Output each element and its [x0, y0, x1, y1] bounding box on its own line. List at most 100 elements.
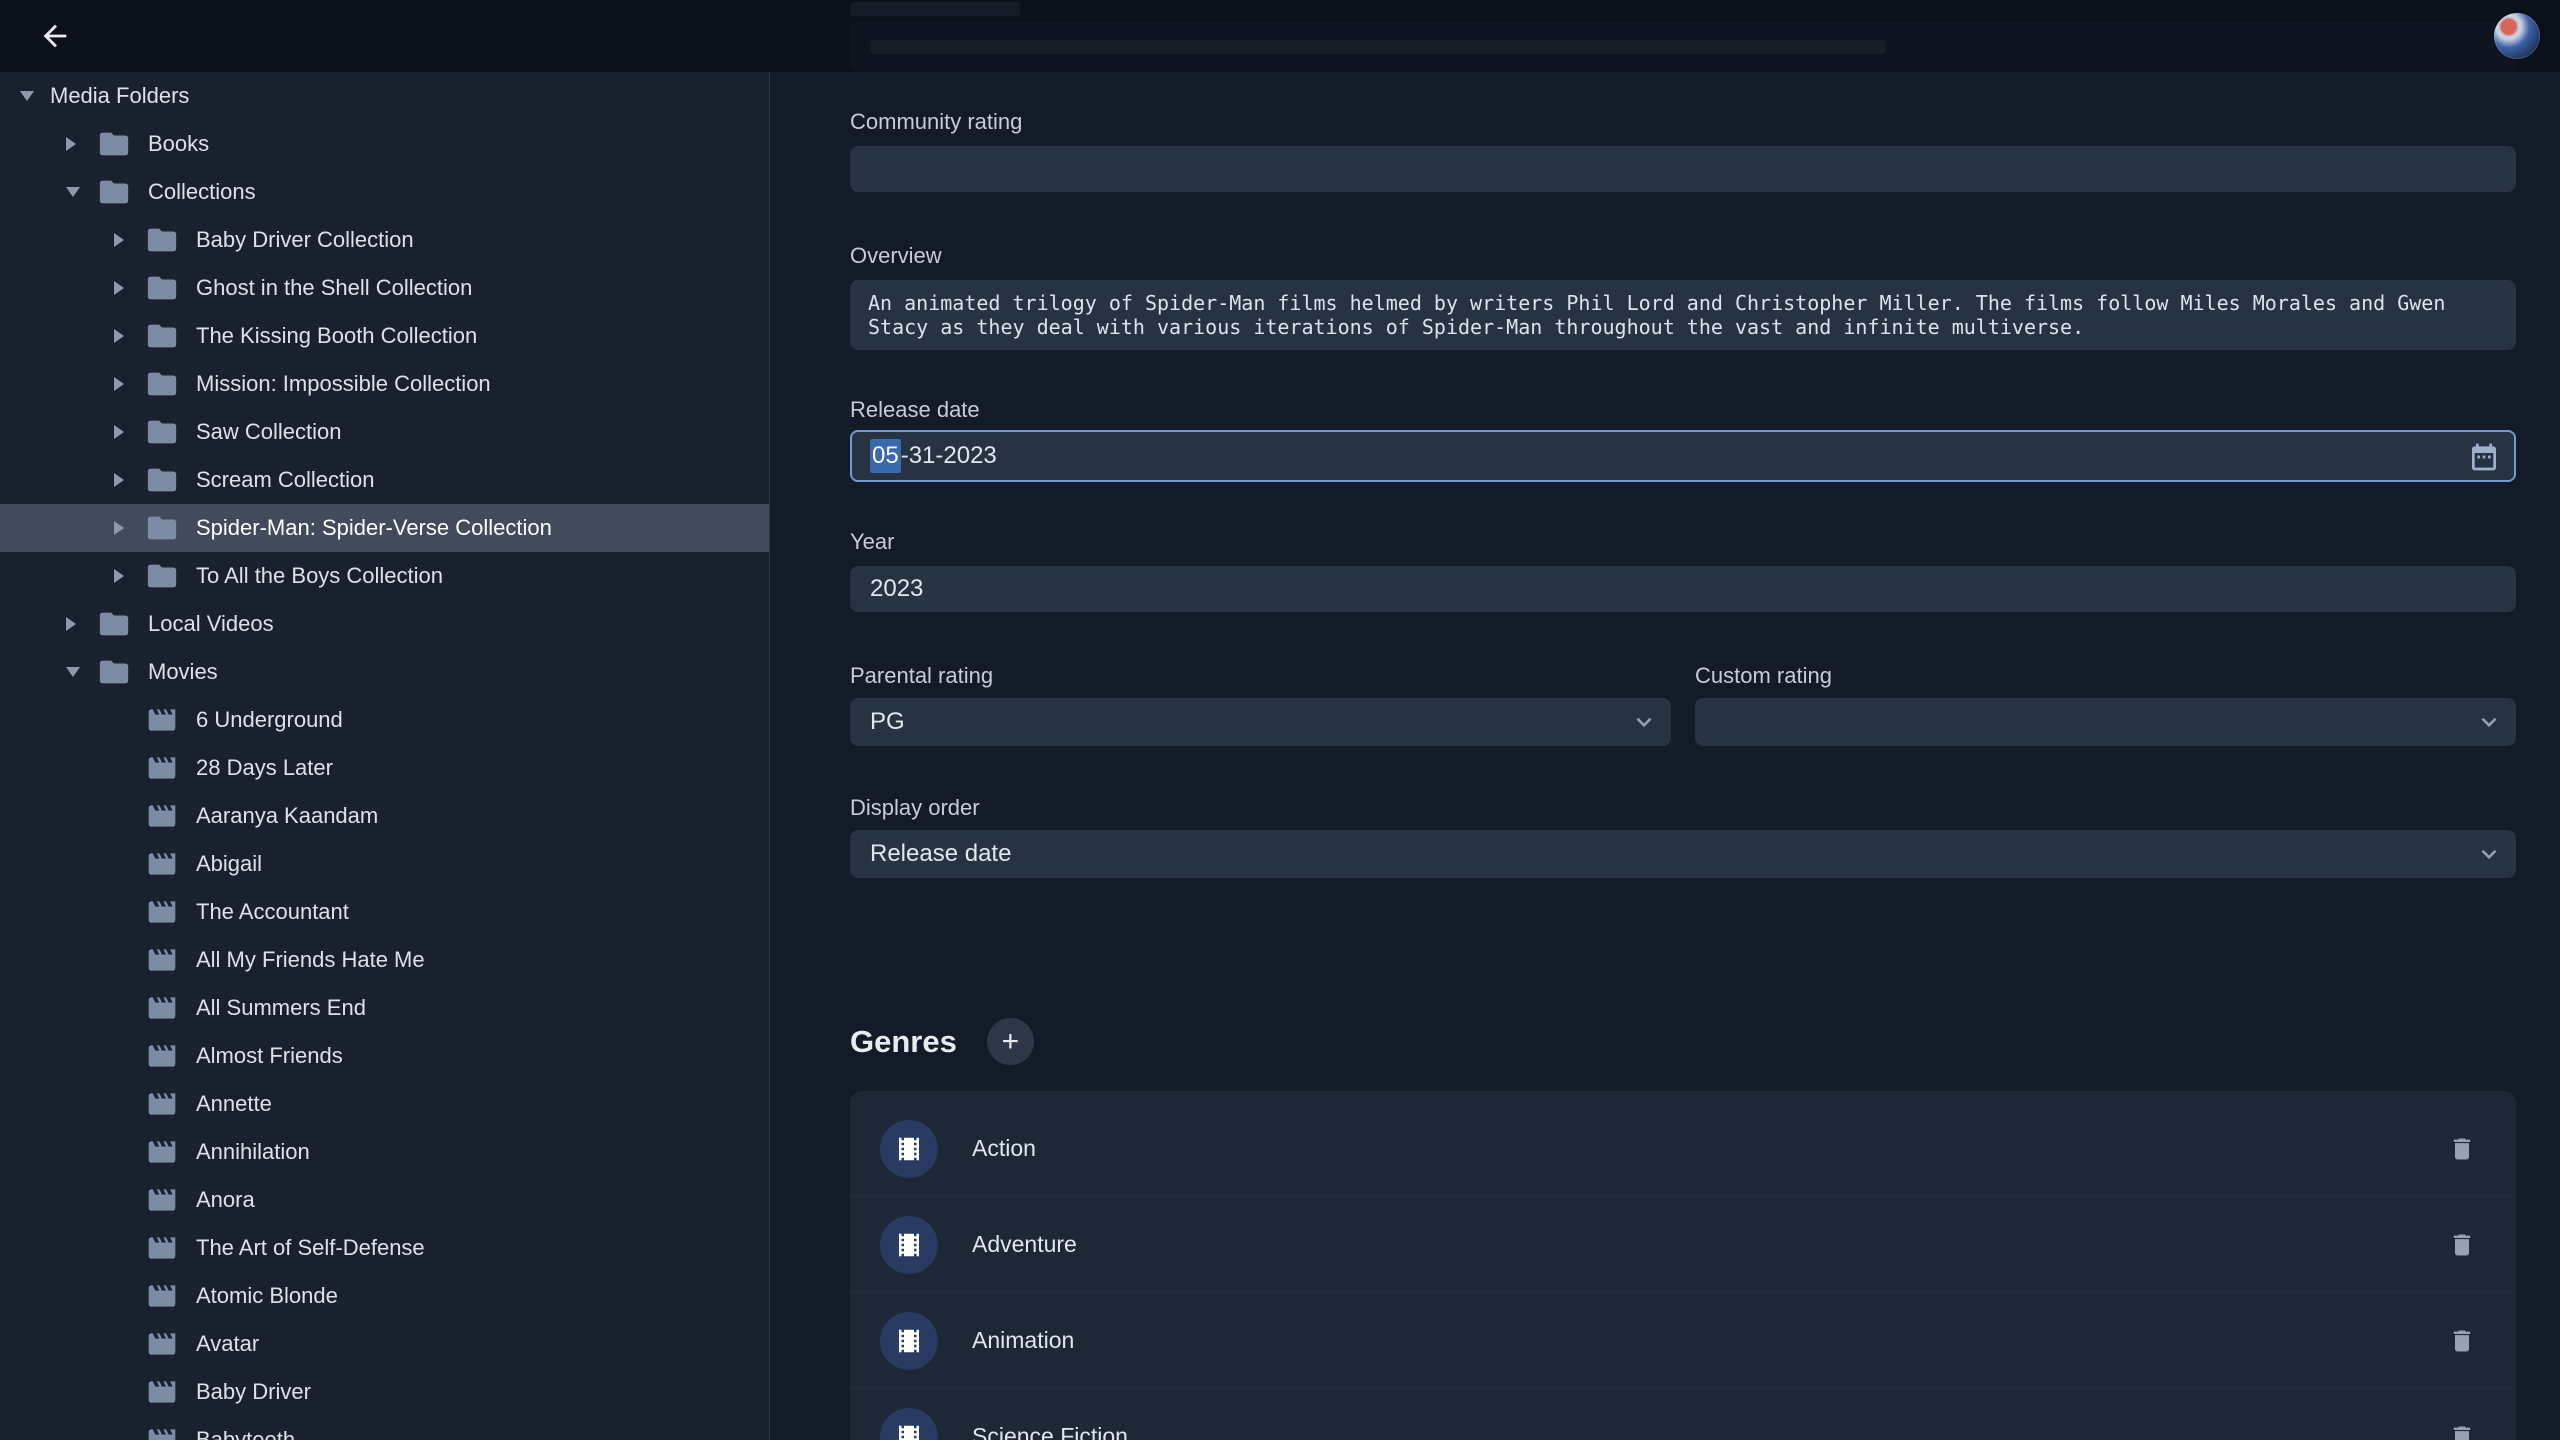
user-avatar[interactable]	[2494, 13, 2540, 59]
expand-caret-icon[interactable]	[66, 617, 96, 631]
year-label: Year	[850, 528, 2516, 556]
tree-item[interactable]: Books	[0, 120, 769, 168]
tree-item[interactable]: The Kissing Booth Collection	[0, 312, 769, 360]
tree-item-label: Avatar	[196, 1331, 259, 1357]
tree-item[interactable]: Anora	[0, 1176, 769, 1224]
tree-item-label: The Kissing Booth Collection	[196, 323, 477, 349]
movie-icon	[144, 1230, 180, 1266]
expand-caret-icon[interactable]	[66, 187, 96, 197]
custom-rating-select[interactable]	[1695, 698, 2516, 746]
tree-item-label: To All the Boys Collection	[196, 563, 443, 589]
tree-item-label: Babyteeth	[196, 1427, 295, 1440]
display-order-select[interactable]: Release date	[850, 830, 2516, 878]
delete-genre-button[interactable]	[2444, 1227, 2480, 1263]
tree-item[interactable]: Saw Collection	[0, 408, 769, 456]
delete-genre-button[interactable]	[2444, 1323, 2480, 1359]
parental-rating-value: PG	[870, 708, 905, 736]
tree-item-label: All My Friends Hate Me	[196, 947, 425, 973]
genre-label: Science Fiction	[972, 1423, 2444, 1440]
expand-caret-icon[interactable]	[66, 137, 96, 151]
add-genre-button[interactable]: +	[987, 1018, 1034, 1065]
release-date-label: Release date	[850, 396, 2516, 424]
genre-row: Adventure	[850, 1197, 2516, 1293]
genre-row: Action	[850, 1101, 2516, 1197]
tree-item-label: Media Folders	[50, 83, 189, 109]
tree-item-label: Baby Driver	[196, 1379, 311, 1405]
folder-icon	[144, 270, 180, 306]
movie-icon	[144, 798, 180, 834]
tree-item[interactable]: 28 Days Later	[0, 744, 769, 792]
expand-caret-icon[interactable]	[20, 91, 50, 101]
tree-item[interactable]: Babyteeth	[0, 1416, 769, 1440]
tree-item-label: Annette	[196, 1091, 272, 1117]
tree-item[interactable]: Local Videos	[0, 600, 769, 648]
tree-item[interactable]: Mission: Impossible Collection	[0, 360, 769, 408]
overview-textarea[interactable]: An animated trilogy of Spider-Man films …	[850, 280, 2516, 350]
folder-icon	[144, 414, 180, 450]
tree-item-label: The Accountant	[196, 899, 349, 925]
genres-list: Action Adventure Animation Science Ficti…	[850, 1091, 2516, 1440]
expand-caret-icon[interactable]	[114, 569, 144, 583]
genre-row: Animation	[850, 1293, 2516, 1389]
tree-item[interactable]: Atomic Blonde	[0, 1272, 769, 1320]
media-folders-sidebar: Media Folders Books Collections Baby Dri…	[0, 72, 770, 1440]
plus-icon: +	[1002, 1027, 1020, 1057]
movie-icon	[144, 846, 180, 882]
metadata-editor: Community rating Overview An animated tr…	[770, 0, 2560, 1440]
theaters-icon	[880, 1312, 938, 1370]
expand-caret-icon[interactable]	[114, 329, 144, 343]
expand-caret-icon[interactable]	[114, 281, 144, 295]
folder-icon	[144, 366, 180, 402]
genre-label: Animation	[972, 1327, 2444, 1354]
tree-item[interactable]: Ghost in the Shell Collection	[0, 264, 769, 312]
tree-item-label: Saw Collection	[196, 419, 342, 445]
theaters-icon	[880, 1120, 938, 1178]
expand-caret-icon[interactable]	[114, 233, 144, 247]
tree-item[interactable]: Abigail	[0, 840, 769, 888]
community-rating-input[interactable]	[850, 146, 2516, 192]
tree-item[interactable]: Collections	[0, 168, 769, 216]
tree-item[interactable]: Almost Friends	[0, 1032, 769, 1080]
delete-genre-button[interactable]	[2444, 1419, 2480, 1440]
tree-item-label: Atomic Blonde	[196, 1283, 338, 1309]
tree-item[interactable]: Annihilation	[0, 1128, 769, 1176]
media-folders-tree: Media Folders Books Collections Baby Dri…	[0, 72, 769, 1440]
parental-rating-select[interactable]: PG	[850, 698, 1671, 746]
expand-caret-icon[interactable]	[114, 425, 144, 439]
tree-item-label: Anora	[196, 1187, 255, 1213]
year-input[interactable]	[850, 566, 2516, 612]
expand-caret-icon[interactable]	[114, 377, 144, 391]
back-button[interactable]	[34, 15, 76, 57]
tree-item-label: Scream Collection	[196, 467, 375, 493]
genres-header: Genres +	[850, 1018, 2516, 1065]
movie-icon	[144, 1326, 180, 1362]
tree-item[interactable]: Scream Collection	[0, 456, 769, 504]
expand-caret-icon[interactable]	[114, 473, 144, 487]
tree-item[interactable]: The Accountant	[0, 888, 769, 936]
tree-item[interactable]: All Summers End	[0, 984, 769, 1032]
expand-caret-icon[interactable]	[114, 521, 144, 535]
tree-item-label: Collections	[148, 179, 256, 205]
tree-item-label: Aaranya Kaandam	[196, 803, 378, 829]
movie-icon	[144, 1134, 180, 1170]
tree-item-label: 28 Days Later	[196, 755, 333, 781]
tree-item[interactable]: Annette	[0, 1080, 769, 1128]
tree-item[interactable]: All My Friends Hate Me	[0, 936, 769, 984]
tree-item[interactable]: Movies	[0, 648, 769, 696]
genre-row: Science Fiction	[850, 1389, 2516, 1440]
calendar-icon[interactable]	[2468, 441, 2500, 480]
tree-item[interactable]: Spider-Man: Spider-Verse Collection	[0, 504, 769, 552]
tree-item[interactable]: To All the Boys Collection	[0, 552, 769, 600]
tree-item[interactable]: Baby Driver Collection	[0, 216, 769, 264]
tree-item[interactable]: Avatar	[0, 1320, 769, 1368]
tree-item[interactable]: The Art of Self-Defense	[0, 1224, 769, 1272]
expand-caret-icon[interactable]	[66, 667, 96, 677]
tree-item[interactable]: Media Folders	[0, 72, 769, 120]
tree-item[interactable]: Baby Driver	[0, 1368, 769, 1416]
release-date-input[interactable]: 05-31-2023	[850, 430, 2516, 482]
overview-label: Overview	[850, 242, 2516, 270]
tree-item[interactable]: 6 Underground	[0, 696, 769, 744]
delete-genre-button[interactable]	[2444, 1131, 2480, 1167]
tree-item[interactable]: Aaranya Kaandam	[0, 792, 769, 840]
folder-icon	[96, 126, 132, 162]
